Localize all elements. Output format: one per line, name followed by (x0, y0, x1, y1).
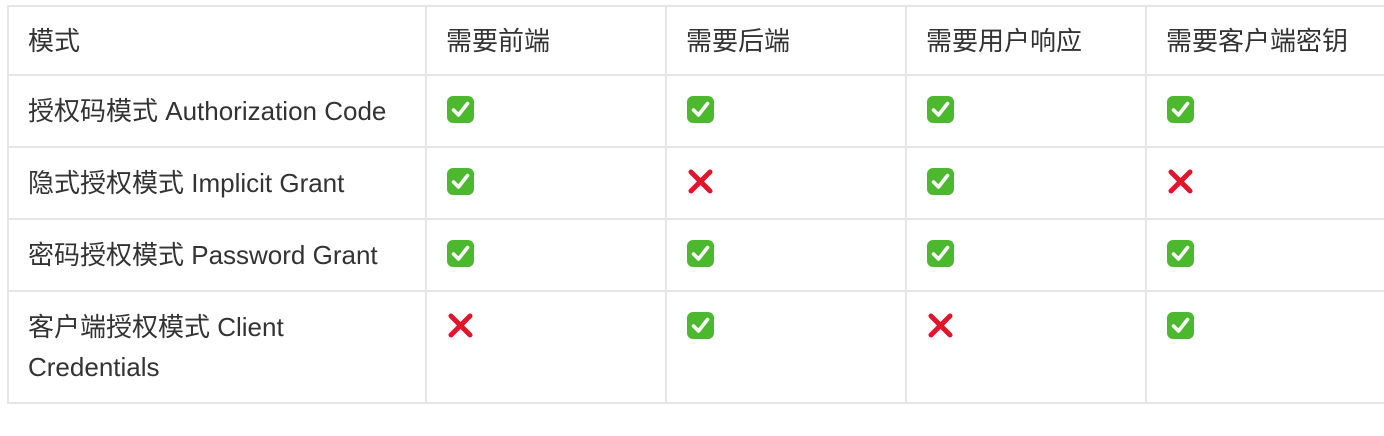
table-row: 隐式授权模式 Implicit Grant (7, 146, 1384, 220)
value-cell (1145, 290, 1384, 404)
check-mark-button-icon (686, 239, 715, 268)
value-cell (425, 74, 667, 148)
table-row: 客户端授权模式 Client Credentials (7, 290, 1384, 404)
value-cell (905, 218, 1147, 292)
mode-cell: 客户端授权模式 Client Credentials (7, 290, 427, 404)
header-needs-backend: 需要后端 (665, 5, 907, 76)
cross-mark-icon (686, 167, 715, 196)
check-mark-button-icon (686, 311, 715, 340)
header-needs-client-secret: 需要客户端密钥 (1145, 5, 1384, 76)
value-cell (665, 74, 907, 148)
check-mark-button-icon (1166, 311, 1195, 340)
cross-mark-icon (1166, 167, 1195, 196)
value-cell (425, 218, 667, 292)
check-mark-button-icon (926, 239, 955, 268)
value-cell (665, 146, 907, 220)
check-mark-button-icon (446, 167, 475, 196)
mode-cell: 密码授权模式 Password Grant (7, 218, 427, 292)
cross-mark-icon (926, 311, 955, 340)
value-cell (1145, 74, 1384, 148)
oauth-modes-table: 模式 需要前端 需要后端 需要用户响应 需要客户端密钥 授权码模式 Author… (7, 5, 1384, 404)
value-cell (665, 290, 907, 404)
header-needs-user-response: 需要用户响应 (905, 5, 1147, 76)
cross-mark-icon (446, 311, 475, 340)
mode-cell: 授权码模式 Authorization Code (7, 74, 427, 148)
check-mark-button-icon (1166, 95, 1195, 124)
check-mark-button-icon (686, 95, 715, 124)
check-mark-button-icon (1166, 239, 1195, 268)
value-cell (1145, 146, 1384, 220)
value-cell (905, 74, 1147, 148)
value-cell (905, 146, 1147, 220)
header-needs-frontend: 需要前端 (425, 5, 667, 76)
header-mode: 模式 (7, 5, 427, 76)
table-header-row: 模式 需要前端 需要后端 需要用户响应 需要客户端密钥 (7, 5, 1384, 76)
value-cell (1145, 218, 1384, 292)
mode-cell: 隐式授权模式 Implicit Grant (7, 146, 427, 220)
value-cell (425, 290, 667, 404)
check-mark-button-icon (926, 167, 955, 196)
check-mark-button-icon (926, 95, 955, 124)
check-mark-button-icon (446, 95, 475, 124)
table-row: 授权码模式 Authorization Code (7, 74, 1384, 148)
value-cell (425, 146, 667, 220)
value-cell (665, 218, 907, 292)
value-cell (905, 290, 1147, 404)
check-mark-button-icon (446, 239, 475, 268)
table-row: 密码授权模式 Password Grant (7, 218, 1384, 292)
